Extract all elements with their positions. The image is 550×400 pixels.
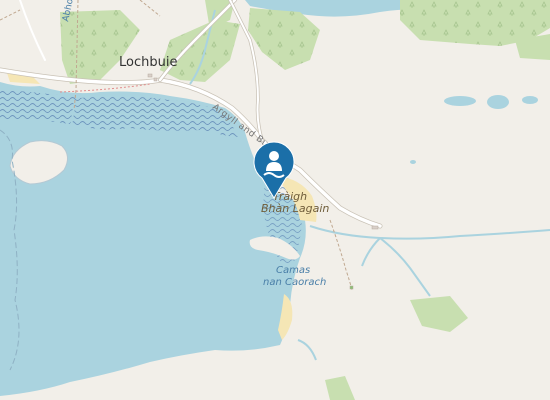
bay-label-line2: nan Caorach (263, 277, 326, 288)
bay-label-line1: Camas (276, 265, 310, 276)
beach-label-line2: Bhàn Lagain (261, 202, 329, 215)
settlement-label: Lochbuie (119, 55, 177, 70)
map-svg: Lochbuie Argyll and Bute Abho Tràigh Bhà… (0, 0, 550, 400)
map-canvas[interactable]: Lochbuie Argyll and Bute Abho Tràigh Bhà… (0, 0, 550, 400)
